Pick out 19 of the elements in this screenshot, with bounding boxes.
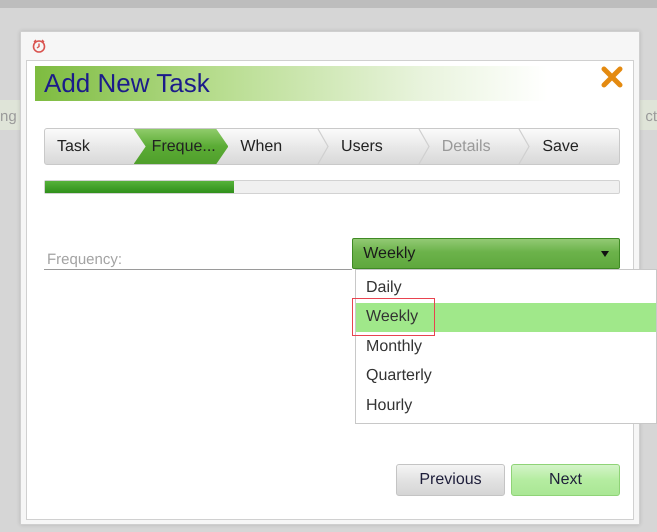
wizard-step[interactable]: Freque... [134,129,228,164]
dropdown-option[interactable]: Quarterly [356,362,656,391]
caret-icon [601,250,609,256]
wizard-step[interactable]: Users [329,129,418,164]
dropdown-option[interactable]: Weekly [356,302,656,332]
row-text: ng [0,108,17,125]
close-icon[interactable] [601,66,623,88]
clock-icon [32,39,46,53]
wizard-step[interactable]: Save [530,129,619,164]
frequency-dropdown[interactable]: Weekly [352,238,620,269]
wizard-step[interactable]: When [228,129,318,164]
field-label: Frequency: [44,238,352,270]
dropdown-option[interactable]: Daily [356,273,656,302]
wizard-step[interactable]: Task [45,129,134,164]
dropdown-option[interactable]: Hourly [356,391,656,420]
dropdown-option[interactable]: Monthly [356,332,656,362]
row-text: ct [645,108,657,125]
previous-button[interactable]: Previous [396,464,505,496]
next-button[interactable]: Next [511,464,620,496]
